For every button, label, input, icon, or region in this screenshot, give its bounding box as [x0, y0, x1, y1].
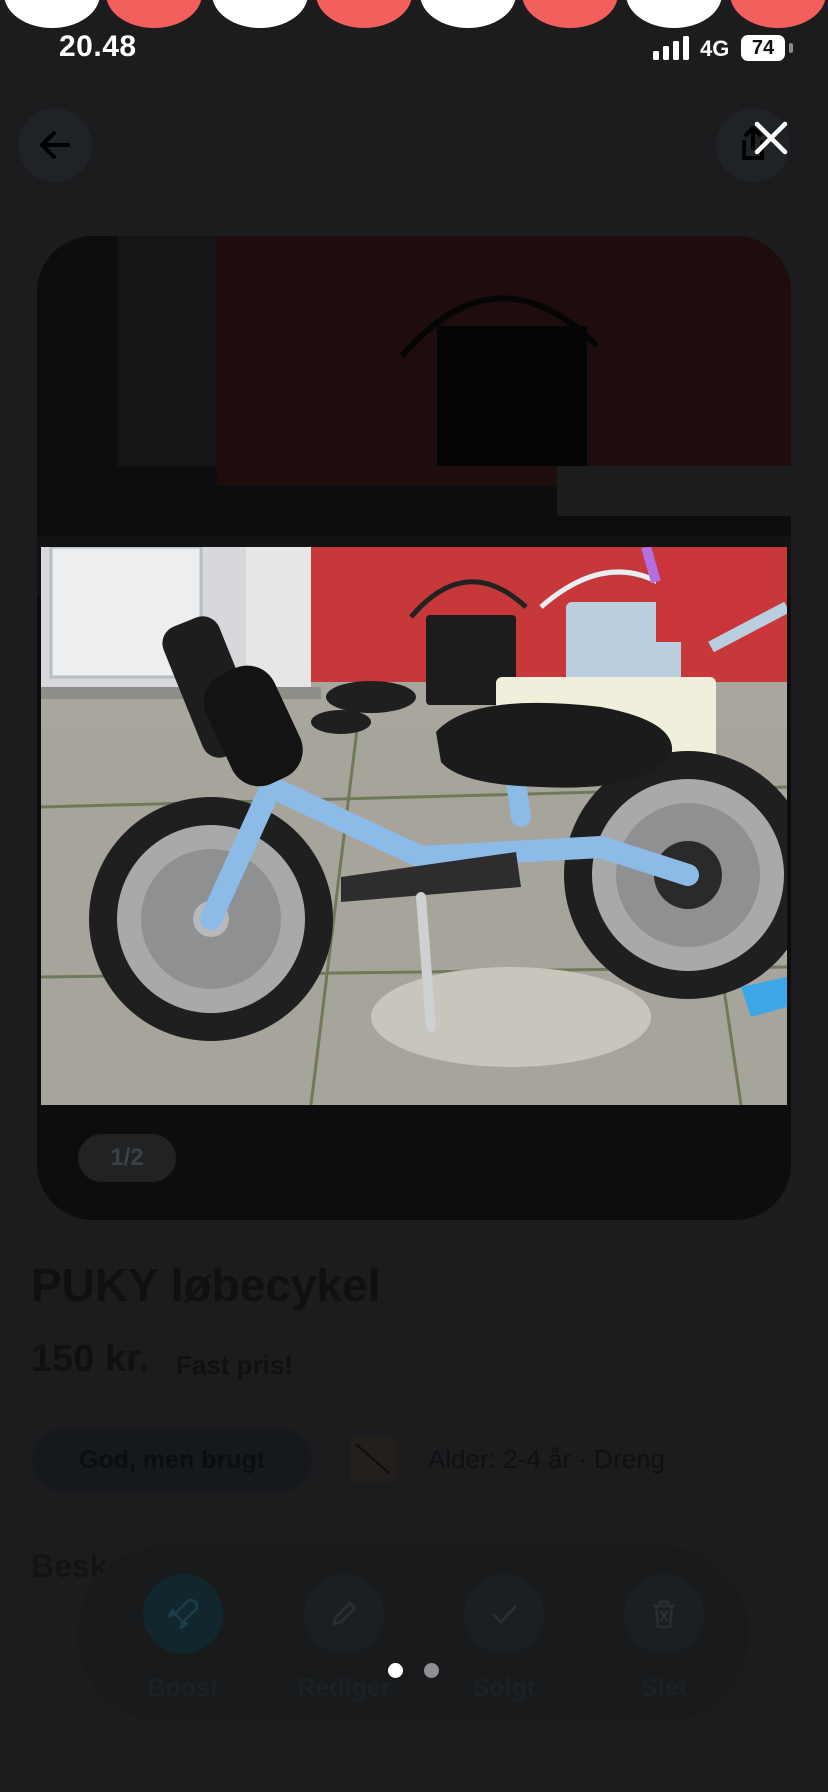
page-dot[interactable] [424, 1663, 439, 1678]
edit-circle [304, 1574, 384, 1654]
listing-title: PUKY løbecykel [31, 1259, 381, 1311]
status-bar: 20.48 4G 74 [0, 30, 828, 70]
red-circle [106, 0, 202, 28]
sold-button[interactable]: Solgt [434, 1574, 574, 1703]
rocket-icon [167, 1598, 199, 1630]
back-button[interactable] [18, 108, 92, 182]
condition-badge: God, men brugt [32, 1428, 312, 1492]
red-circle [522, 0, 618, 28]
viewer-image[interactable] [40, 545, 812, 1106]
checkmark-icon [492, 1605, 517, 1624]
page-dot-active[interactable] [388, 1663, 403, 1678]
description-line: Det [31, 1630, 75, 1661]
edit-label: Rediger [297, 1674, 391, 1702]
white-circle [420, 0, 516, 28]
close-icon [754, 121, 788, 155]
delete-label: Slet [641, 1674, 687, 1702]
pencil-icon [332, 1601, 357, 1626]
signal-icon [653, 36, 689, 60]
balance-bike-photo [40, 545, 812, 1106]
red-circle [316, 0, 412, 28]
white-circle [4, 0, 100, 28]
listing-price: 150 kr. [31, 1338, 150, 1380]
sold-circle [464, 1574, 544, 1654]
price-note: Fast pris! [176, 1350, 294, 1380]
age-gender: Alder: 2-4 år · Dreng [428, 1444, 665, 1474]
delete-circle [624, 1574, 704, 1654]
network-type: 4G [700, 36, 730, 61]
status-time: 20.48 [59, 30, 137, 63]
top-decorative-circles [0, 0, 828, 28]
sold-label: Solgt [472, 1674, 536, 1702]
trash-icon [652, 1600, 676, 1629]
boost-button[interactable]: Boost [113, 1574, 253, 1703]
delete-button[interactable]: Slet [594, 1574, 734, 1703]
category-icon [350, 1436, 396, 1482]
category-icon-shape [355, 1443, 391, 1475]
battery-icon: 74 [741, 35, 785, 61]
photo-counter: 1/2 [78, 1134, 176, 1182]
white-circle [626, 0, 722, 28]
arrow-left-icon [40, 131, 70, 159]
battery-tip [789, 43, 793, 53]
boost-circle [143, 1574, 223, 1654]
red-circle [730, 0, 826, 28]
action-bar: Boost Rediger Solgt Slet [77, 1546, 749, 1722]
edit-button[interactable]: Rediger [274, 1574, 414, 1703]
white-circle [212, 0, 308, 28]
close-button[interactable] [745, 112, 797, 164]
description-line: Med [31, 1590, 86, 1621]
boost-label: Boost [147, 1674, 219, 1702]
